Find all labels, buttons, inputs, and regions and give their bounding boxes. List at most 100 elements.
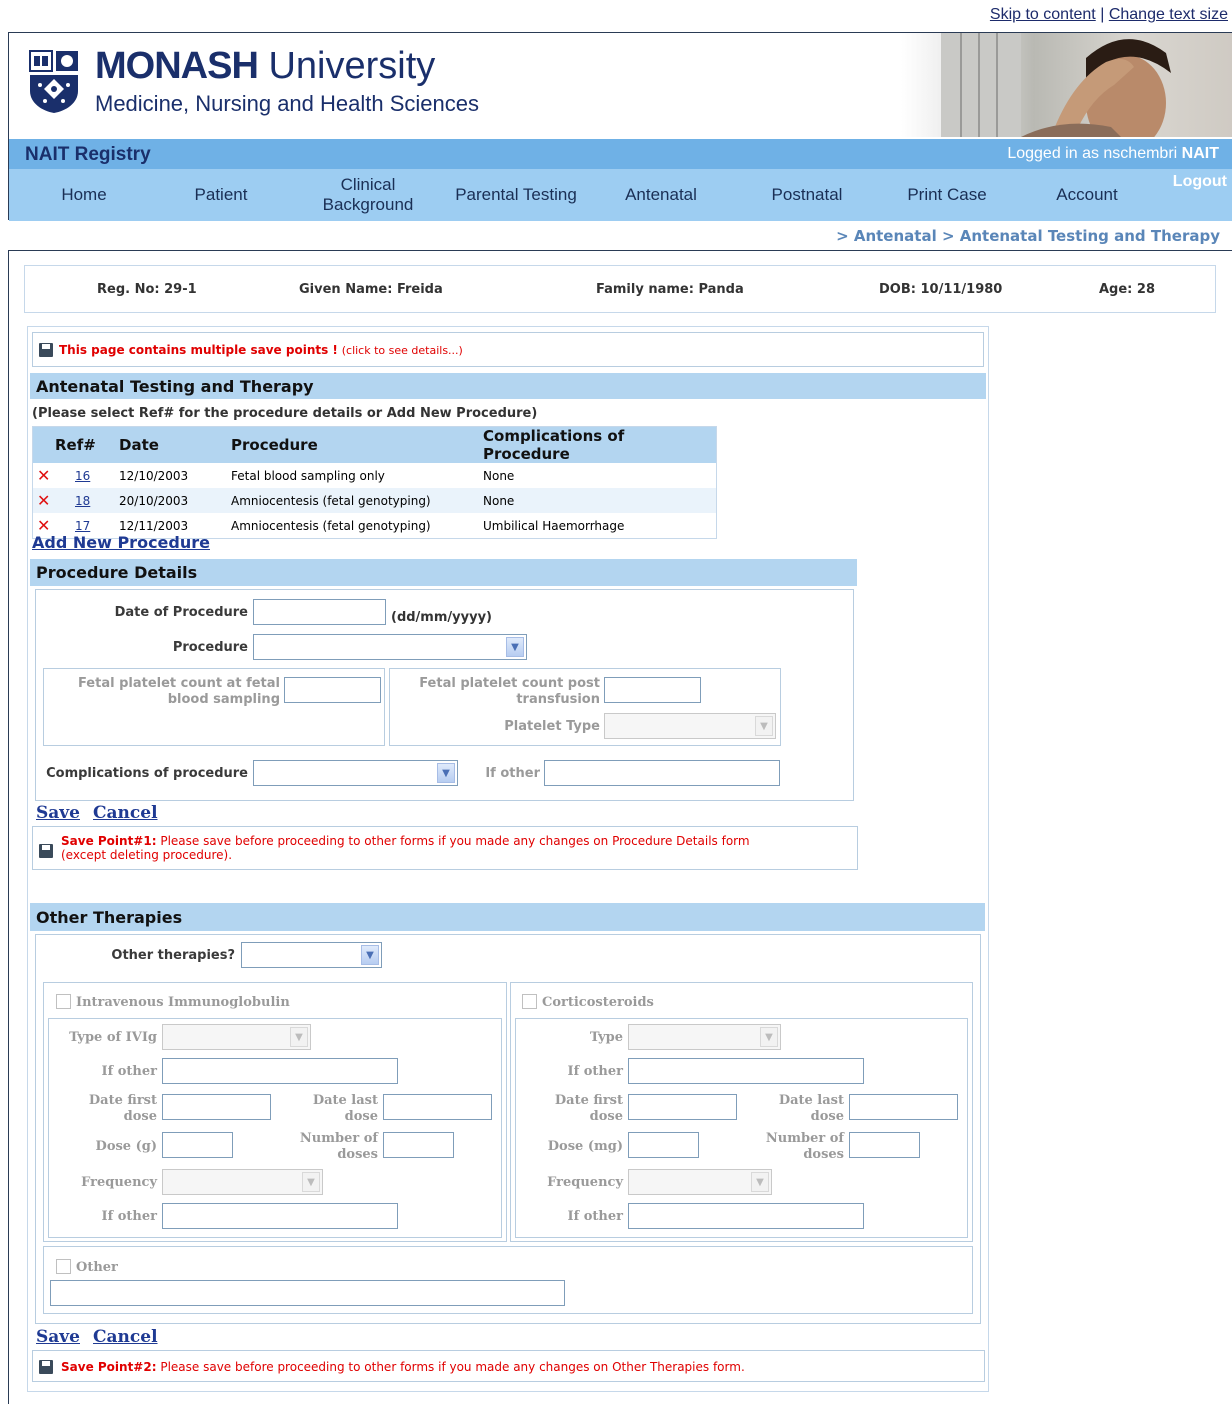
save-point-2: Save Point#2: Please save before proceed… [32, 1350, 985, 1382]
nav-account[interactable]: Account [1037, 169, 1137, 221]
ivig-checkbox[interactable] [56, 994, 71, 1009]
ivig-dose-input[interactable] [162, 1132, 233, 1158]
cortico-dose-input[interactable] [628, 1132, 699, 1158]
cortico-date-first-input[interactable] [628, 1094, 737, 1120]
row-procedure: Amniocentesis (fetal genotyping) [231, 518, 431, 533]
nav-postnatal[interactable]: Postnatal [757, 169, 857, 221]
col-procedure: Procedure [231, 427, 483, 463]
save-points-details-link[interactable]: (click to see details...) [342, 344, 463, 357]
corticosteroids-checkbox[interactable] [522, 994, 537, 1009]
save-point-1: Save Point#1: Please save before proceed… [32, 826, 858, 870]
procedure-select[interactable]: ▼ [253, 634, 527, 660]
ivig-heading: Intravenous Immunoglobulin [76, 995, 290, 1010]
therapies-save-button[interactable]: Save [36, 1327, 80, 1347]
change-text-size-link[interactable]: Change text size [1109, 6, 1228, 23]
row-date: 12/10/2003 [119, 468, 189, 483]
other-checkbox[interactable] [56, 1259, 71, 1274]
ivig-date-first-label: Date first dose [88, 1093, 157, 1124]
cortico-dose-label: Dose (mg) [547, 1139, 623, 1154]
ivig-if-other2-input[interactable] [162, 1203, 398, 1229]
procedure-label: Procedure [172, 640, 248, 655]
logout-link[interactable]: Logout [1173, 173, 1227, 191]
ivig-date-last-label: Date last dose [312, 1093, 378, 1124]
other-heading: Other [76, 1260, 118, 1275]
row-procedure: Amniocentesis (fetal genotyping) [231, 488, 483, 513]
save-points-notice[interactable]: This page contains multiple save points … [32, 332, 984, 367]
ivig-if-other-input[interactable] [162, 1058, 398, 1084]
save-point-2-text: Please save before proceeding to other f… [160, 1360, 745, 1374]
nav-patient[interactable]: Patient [171, 169, 271, 221]
other-input[interactable] [50, 1280, 565, 1306]
date-of-procedure-input[interactable] [253, 599, 386, 625]
save-point-1-label: Save Point#1: [61, 834, 157, 848]
col-ref: Ref# [55, 427, 119, 463]
delete-icon[interactable]: ✕ [37, 466, 50, 485]
site-header: MONASH University Medicine, Nursing and … [8, 32, 1232, 221]
complications-if-other-input[interactable] [544, 760, 780, 786]
cortico-if-other-input[interactable] [628, 1058, 864, 1084]
ivig-date-last-input[interactable] [383, 1094, 492, 1120]
chevron-down-icon: ▼ [302, 1172, 320, 1192]
university-name: MONASH University [95, 45, 436, 87]
delete-icon[interactable]: ✕ [37, 491, 50, 510]
student-photo-image [941, 33, 1171, 137]
procedure-cancel-button[interactable]: Cancel [93, 803, 158, 823]
main-nav: Home Patient Clinical Background Parenta… [9, 169, 1232, 221]
cortico-num-doses-input[interactable] [849, 1132, 920, 1158]
ref-link[interactable]: 16 [75, 469, 90, 483]
complications-label: Complications of procedure [46, 766, 248, 781]
nav-parental-testing[interactable]: Parental Testing [445, 169, 587, 221]
title-bar: NAIT Registry Logged in as nschembri NAI… [9, 139, 1232, 169]
procedure-instruction: (Please select Ref# for the procedure de… [32, 406, 538, 421]
nav-antenatal[interactable]: Antenatal [611, 169, 711, 221]
procedure-save-button[interactable]: Save [36, 803, 80, 823]
nav-print-case[interactable]: Print Case [897, 169, 997, 221]
chevron-down-icon: ▼ [506, 637, 524, 657]
other-therapies-title: Other Therapies [30, 903, 985, 931]
add-new-procedure-link[interactable]: Add New Procedure [32, 533, 210, 552]
date-of-birth: DOB: 10/11/1980 [879, 281, 1003, 297]
platelet-type-select[interactable]: ▼ [604, 713, 776, 739]
other-therapies-select[interactable]: ▼ [241, 942, 382, 968]
ivig-type-select[interactable]: ▼ [162, 1024, 311, 1050]
cortico-type-label: Type [589, 1030, 623, 1045]
therapies-cancel-button[interactable]: Cancel [93, 1327, 158, 1347]
chevron-down-icon: ▼ [760, 1027, 778, 1047]
faculty-name: Medicine, Nursing and Health Sciences [95, 91, 479, 116]
ivig-num-doses-input[interactable] [383, 1132, 454, 1158]
post-transfusion-input[interactable] [604, 677, 701, 703]
chevron-down-icon: ▼ [751, 1172, 769, 1192]
skip-to-content-link[interactable]: Skip to content [990, 6, 1096, 23]
ref-link[interactable]: 17 [75, 519, 90, 533]
cortico-if-other2-input[interactable] [628, 1203, 864, 1229]
procedures-table: Ref# Date Procedure Complications of Pro… [33, 427, 716, 538]
ivig-frequency-select[interactable]: ▼ [162, 1169, 323, 1195]
cortico-num-doses-label: Number of doses [765, 1131, 844, 1162]
nav-home[interactable]: Home [34, 169, 134, 221]
chevron-down-icon: ▼ [437, 763, 455, 783]
reg-number: Reg. No: 29-1 [97, 281, 197, 297]
cortico-type-select[interactable]: ▼ [628, 1024, 781, 1050]
complications-select[interactable]: ▼ [253, 760, 458, 786]
fetal-count-input[interactable] [284, 677, 381, 703]
monash-crest-icon [29, 50, 78, 113]
ivig-frequency-label: Frequency [81, 1175, 157, 1190]
header-photo [901, 33, 1232, 137]
family-name: Family name: Panda [596, 281, 744, 297]
save-point-1-text2: (except deleting procedure). [61, 848, 233, 862]
ivig-date-first-input[interactable] [162, 1094, 271, 1120]
ref-link[interactable]: 18 [75, 494, 90, 508]
patient-info-bar: Reg. No: 29-1 Given Name: Freida Family … [24, 265, 1216, 313]
cortico-if-other-label: If other [567, 1064, 623, 1079]
floppy-disk-icon [39, 1360, 53, 1374]
given-name: Given Name: Freida [299, 281, 443, 297]
table-row: ✕ 18 20/10/2003 Amniocentesis (fetal gen… [33, 488, 716, 513]
row-date: 20/10/2003 [119, 488, 231, 513]
nav-clinical-background[interactable]: Clinical Background [308, 169, 428, 221]
cortico-date-last-input[interactable] [849, 1094, 958, 1120]
cortico-frequency-select[interactable]: ▼ [628, 1169, 772, 1195]
ivig-dose-label: Dose (g) [95, 1139, 157, 1154]
ivig-if-other-label: If other [101, 1064, 157, 1079]
chevron-down-icon: ▼ [361, 945, 379, 965]
row-procedure: Fetal blood sampling only [231, 468, 385, 483]
